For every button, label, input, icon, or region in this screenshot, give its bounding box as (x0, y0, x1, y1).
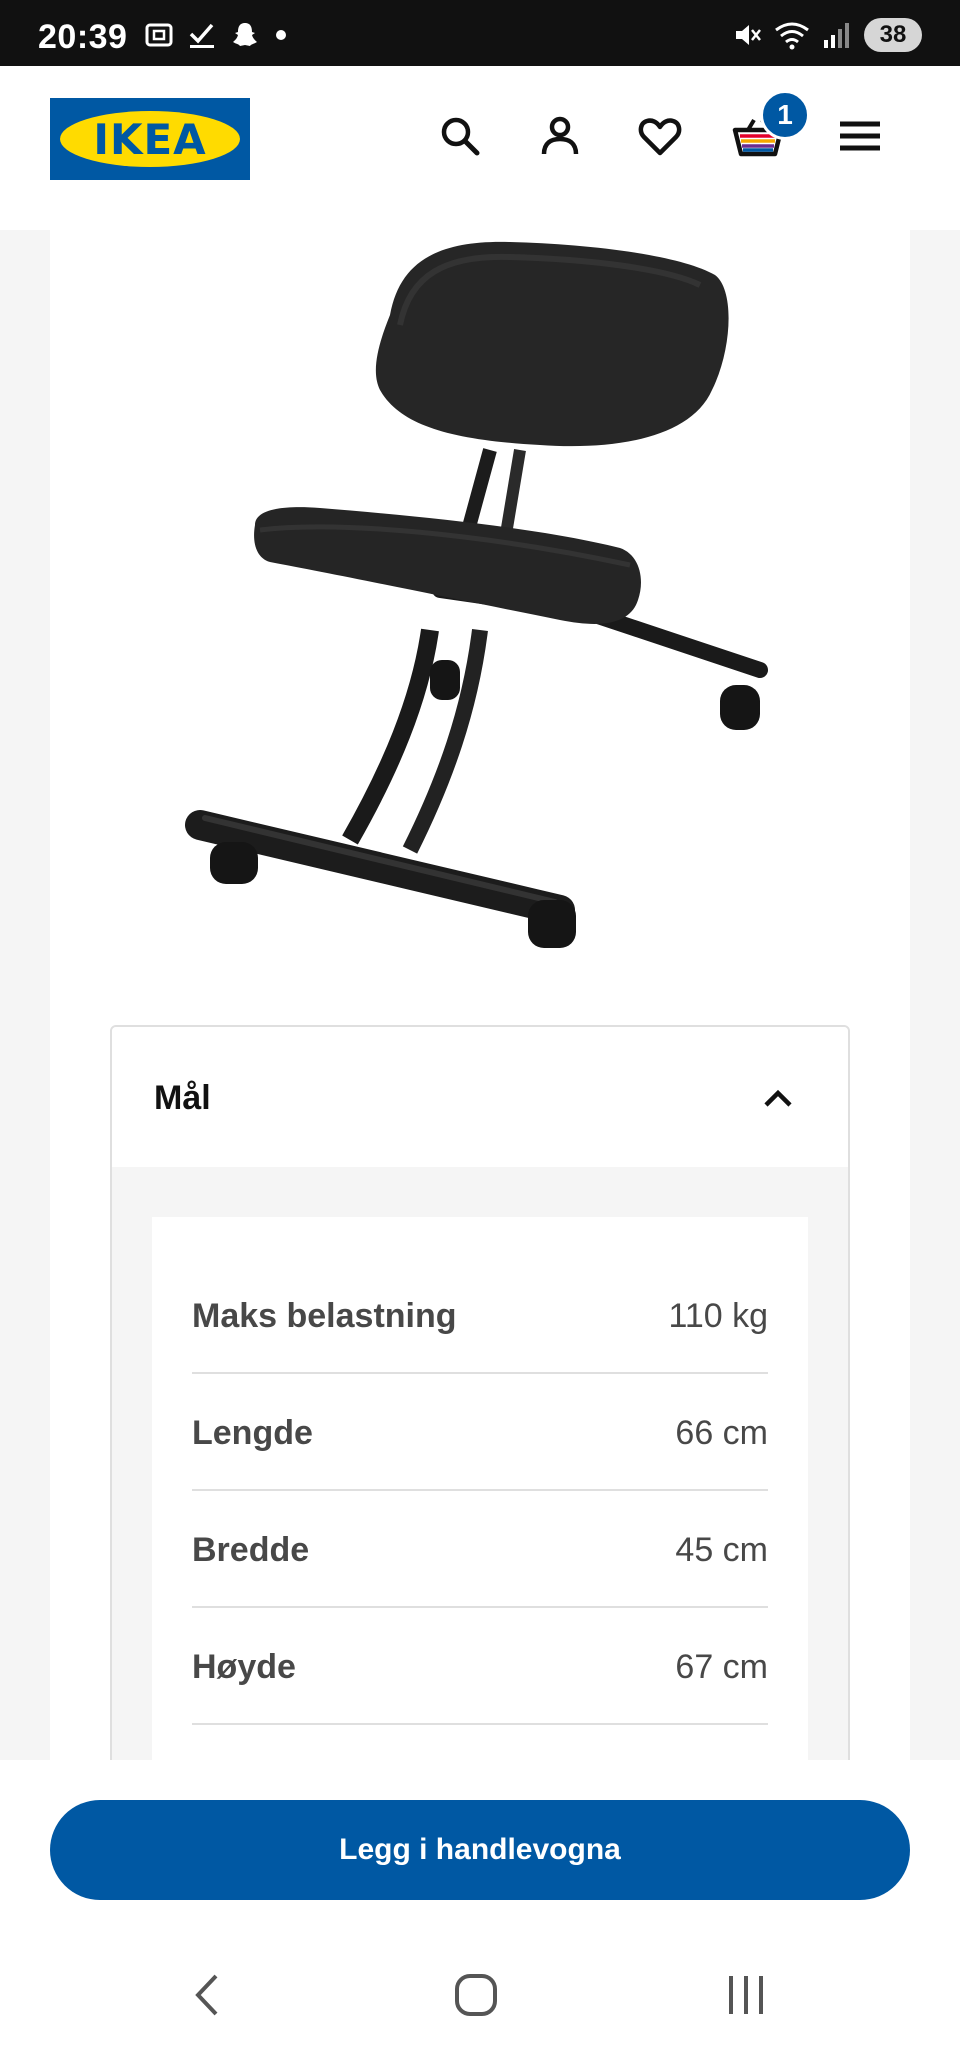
status-bar: 20:39 38 (0, 0, 960, 66)
account-icon (541, 116, 579, 155)
wifi-icon (775, 22, 809, 50)
add-to-cart-button[interactable]: Legg i handlevogna (50, 1800, 910, 1900)
logo-text: IKEA (93, 114, 207, 164)
menu-icon (840, 121, 880, 151)
search-icon (441, 117, 480, 156)
favourites-button[interactable] (630, 106, 690, 166)
mute-icon (736, 25, 761, 45)
dimension-label: Maks belastning (192, 1297, 457, 1335)
heart-icon (638, 118, 682, 156)
dimensions-panel: Maks belastning 110 kg Lengde 66 cm Bred… (152, 1217, 808, 1783)
search-button[interactable] (430, 106, 490, 166)
dimension-label: Lengde (192, 1414, 313, 1452)
home-icon (455, 1974, 497, 2016)
dimension-value: 67 cm (675, 1648, 768, 1686)
recents-icon (729, 1976, 763, 2014)
screenshot-icon (145, 23, 173, 47)
battery-indicator: 38 (864, 18, 922, 52)
dimension-value: 110 kg (668, 1297, 768, 1335)
accordion-header[interactable]: Mål (112, 1027, 848, 1167)
signal-icon (824, 23, 849, 48)
dimension-value: 66 cm (675, 1414, 768, 1452)
status-time: 20:39 (38, 18, 128, 56)
dimension-row: Bredde 45 cm (192, 1491, 768, 1608)
cart-count-badge: 1 (760, 90, 810, 140)
account-button[interactable] (530, 106, 590, 166)
app-header: IKEA 1 (0, 66, 960, 230)
recents-button[interactable] (716, 1965, 776, 2025)
dimension-row: Høyde 67 cm (192, 1608, 768, 1725)
ikea-logo[interactable]: IKEA (50, 98, 250, 180)
dot-icon (276, 30, 286, 40)
dimension-row: Maks belastning 110 kg (192, 1257, 768, 1374)
dimensions-accordion: Mål Maks belastning 110 kg Lengde 66 cm … (110, 1025, 850, 1785)
status-left-icons (144, 20, 288, 50)
menu-button[interactable] (830, 106, 890, 166)
snapchat-icon (233, 23, 257, 46)
product-image (185, 241, 768, 948)
dimension-value: 45 cm (675, 1531, 768, 1569)
dimension-row: Lengde 66 cm (192, 1374, 768, 1491)
accordion-title: Mål (154, 1079, 211, 1117)
home-button[interactable] (446, 1965, 506, 2025)
back-icon (195, 1974, 218, 2016)
back-button[interactable] (178, 1965, 238, 2025)
status-right-icons: 38 (732, 18, 922, 52)
dimension-label: Bredde (192, 1531, 310, 1569)
task-done-icon (189, 23, 214, 48)
dimension-label: Høyde (192, 1648, 296, 1686)
chevron-up-icon[interactable] (758, 1077, 798, 1117)
